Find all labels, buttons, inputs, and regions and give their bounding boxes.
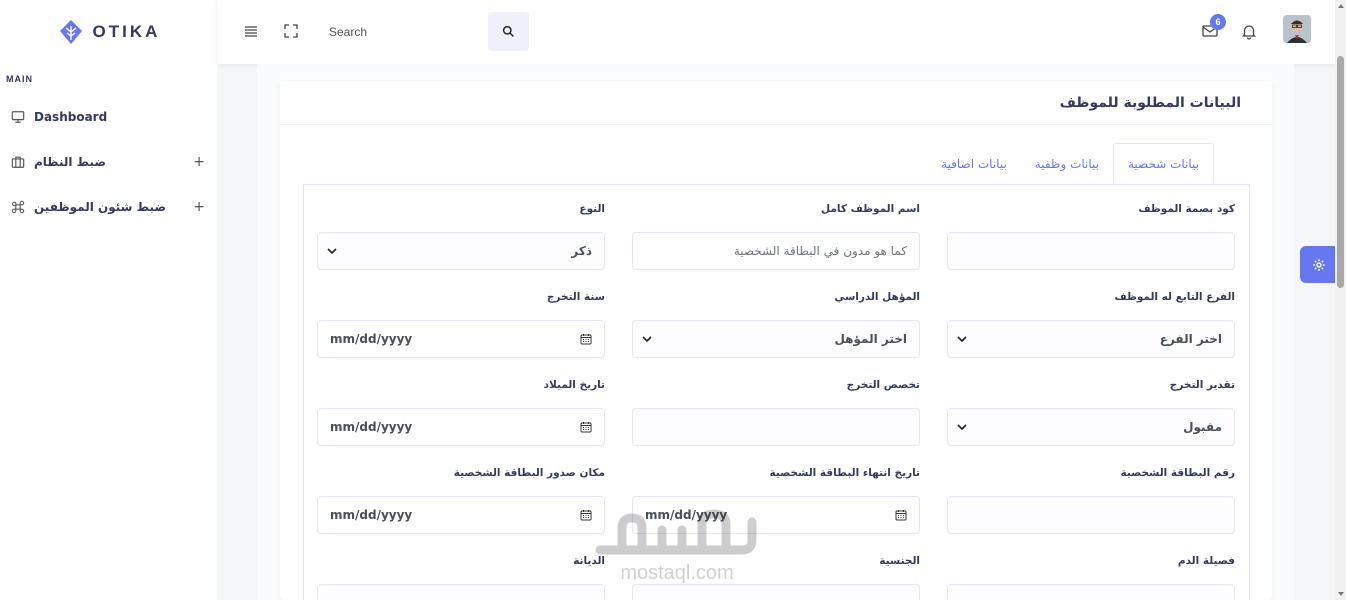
input-placeholder: كما هو مدون في البطاقة الشخصية	[733, 244, 907, 258]
sidebar-item-label: Dashboard	[34, 109, 108, 124]
form-field: تاريخ الميلاد mm/dd/yyyy	[317, 379, 605, 446]
search-icon	[502, 25, 514, 37]
form-field: كود بصمة الموظف	[947, 203, 1235, 270]
date-value: mm/dd/yyyy	[330, 420, 413, 434]
navbar: 6	[217, 0, 1346, 64]
date-value: mm/dd/yyyy	[330, 508, 413, 522]
select-field[interactable]	[947, 584, 1235, 600]
field-label: اسم الموظف كامل	[821, 203, 920, 215]
form-field: مكان صدور البطاقة الشخصية mm/dd/yyyy	[317, 467, 605, 534]
chevron-down-icon	[327, 248, 337, 255]
brand-name: OTIKA	[92, 22, 161, 41]
card-title: البيانات المطلوبة للموظف	[1059, 94, 1241, 111]
form-field: فصيلة الدم	[947, 555, 1235, 600]
select-field[interactable]: اختر المؤهل	[632, 320, 920, 358]
form-field: تقدير التخرج مقبول	[947, 379, 1235, 446]
search-input[interactable]	[317, 14, 487, 50]
date-field[interactable]: mm/dd/yyyy	[317, 496, 605, 534]
field-label: مكان صدور البطاقة الشخصية	[453, 467, 605, 479]
field-label: تاريخ انتهاء البطاقة الشخصية	[769, 467, 920, 479]
field-label: الديانة	[573, 555, 605, 567]
select-field[interactable]	[317, 584, 605, 600]
scroll-thumb[interactable]	[1337, 56, 1344, 288]
briefcase-icon	[10, 154, 26, 170]
select-value: اختر المؤهل	[834, 332, 907, 346]
settings-button[interactable]	[1300, 246, 1337, 283]
expand-icon[interactable]: +	[193, 199, 205, 215]
monitor-icon	[10, 109, 26, 125]
scroll-down-icon[interactable]	[1338, 592, 1344, 596]
text-input[interactable]	[947, 496, 1235, 534]
field-label: فصيلة الدم	[1177, 555, 1235, 567]
text-input[interactable]: كما هو مدون في البطاقة الشخصية	[632, 232, 920, 270]
sidebar: OTIKA MAIN Dashboard ضبط النظام + ضبط شئ…	[0, 0, 217, 600]
select-value: مقبول	[1183, 420, 1222, 434]
watermark-logo-icon	[595, 509, 757, 555]
field-label: تاريخ الميلاد	[543, 379, 605, 391]
command-icon	[10, 199, 26, 215]
watermark: mostaql.com	[592, 500, 762, 590]
tab-job-data[interactable]: بيانات وظفية	[1021, 143, 1113, 185]
select-value: ذكر	[571, 244, 592, 258]
form-field: تخصص التخرج	[632, 379, 920, 446]
gear-icon	[1312, 258, 1325, 271]
brand[interactable]: OTIKA	[0, 0, 217, 64]
form-field: سنة التخرج mm/dd/yyyy	[317, 291, 605, 358]
brand-logo-icon	[59, 20, 82, 44]
expand-icon[interactable]: +	[193, 154, 205, 170]
calendar-icon[interactable]	[580, 421, 592, 433]
chevron-down-icon	[642, 336, 652, 343]
form-field: النوع ذكر	[317, 203, 605, 270]
search-button[interactable]	[488, 12, 529, 51]
field-label: تخصص التخرج	[846, 379, 920, 391]
mail-badge: 6	[1210, 14, 1226, 30]
select-field[interactable]: ذكر	[317, 232, 605, 270]
select-field[interactable]: مقبول	[947, 408, 1235, 446]
field-label: المؤهل الدراسي	[834, 291, 920, 303]
select-value: اختر الفرع	[1159, 332, 1222, 346]
sidebar-item-dashboard[interactable]: Dashboard	[0, 94, 217, 139]
field-label: كود بصمة الموظف	[1138, 203, 1235, 215]
text-input[interactable]	[632, 408, 920, 446]
employee-form-card: البيانات المطلوبة للموظف بيانات شخصية بي…	[280, 81, 1272, 600]
select-field[interactable]: اختر الفرع	[947, 320, 1235, 358]
avatar[interactable]	[1283, 15, 1311, 43]
fullscreen-icon[interactable]	[280, 20, 302, 42]
tab-content: كود بصمة الموظف اسم الموظف كامل كما هو مدو…	[303, 184, 1250, 600]
chevron-down-icon	[957, 424, 967, 431]
calendar-icon[interactable]	[895, 509, 907, 521]
text-input[interactable]	[947, 232, 1235, 270]
sidebar-item-employee-affairs[interactable]: ضبط شئون الموظفين +	[0, 184, 217, 229]
tab-extra-data[interactable]: بيانات اضافية	[927, 143, 1021, 185]
tab-personal-data[interactable]: بيانات شخصية	[1113, 143, 1214, 185]
form-field: المؤهل الدراسي اختر المؤهل	[632, 291, 920, 358]
date-value: mm/dd/yyyy	[330, 332, 413, 346]
tabs: بيانات شخصية بيانات وظفية بيانات اضافية	[927, 143, 1214, 185]
calendar-icon[interactable]	[580, 509, 592, 521]
field-label: الفرع التابع له الموظف	[1114, 291, 1235, 303]
card-header: البيانات المطلوبة للموظف	[280, 81, 1272, 125]
date-field[interactable]: mm/dd/yyyy	[317, 408, 605, 446]
menu-icon[interactable]	[240, 20, 262, 42]
form-grid: كود بصمة الموظف اسم الموظف كامل كما هو مدو…	[317, 203, 1235, 600]
chevron-down-icon	[957, 336, 967, 343]
form-field: اسم الموظف كامل كما هو مدون في البطاقة ال…	[632, 203, 920, 270]
field-label: تقدير التخرج	[1169, 379, 1235, 391]
form-field: رقم البطاقة الشخصية	[947, 467, 1235, 534]
form-field: الفرع التابع له الموظف اختر الفرع	[947, 291, 1235, 358]
date-field[interactable]: mm/dd/yyyy	[317, 320, 605, 358]
scrollbar[interactable]	[1335, 0, 1346, 600]
field-label: رقم البطاقة الشخصية	[1120, 467, 1235, 479]
sidebar-item-label: ضبط النظام	[34, 154, 107, 169]
field-label: سنة التخرج	[546, 291, 605, 303]
form-field: الديانة	[317, 555, 605, 600]
menu-header: MAIN	[6, 74, 33, 84]
calendar-icon[interactable]	[580, 333, 592, 345]
watermark-text: mostaql.com	[620, 562, 734, 584]
bell-icon[interactable]	[1238, 20, 1260, 42]
sidebar-item-label: ضبط شئون الموظفين	[34, 199, 166, 214]
scroll-up-icon[interactable]	[1338, 4, 1344, 8]
field-label: النوع	[579, 203, 605, 215]
sidebar-item-system-settings[interactable]: ضبط النظام +	[0, 139, 217, 184]
